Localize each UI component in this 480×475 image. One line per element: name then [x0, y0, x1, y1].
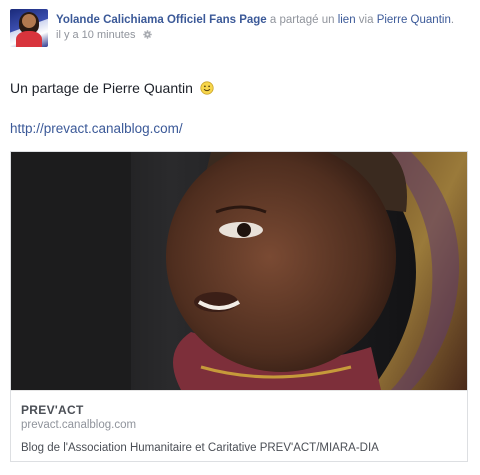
- post-url-link[interactable]: http://prevact.canalblog.com/: [10, 121, 183, 136]
- link-preview-card[interactable]: PREV'ACT prevact.canalblog.com Blog de l…: [10, 151, 468, 462]
- post-timestamp[interactable]: il y a 10 minutes: [56, 29, 135, 41]
- gear-icon[interactable]: [142, 30, 152, 39]
- period-text: .: [450, 14, 455, 26]
- avatar-torso: [16, 31, 42, 47]
- link-preview-image[interactable]: [11, 152, 467, 390]
- page-avatar[interactable]: [10, 9, 48, 47]
- preview-photo: [11, 152, 467, 390]
- link-preview-domain: prevact.canalblog.com: [21, 419, 137, 431]
- link-word[interactable]: lien: [338, 14, 356, 26]
- post-meta: il y a 10 minutes: [56, 29, 152, 41]
- post-header: Yolande Calichiama Officiel Fans Page a …: [10, 9, 470, 47]
- via-name-link[interactable]: Pierre Quantin: [377, 14, 451, 26]
- link-preview-description: Blog de l'Association Humanitaire et Car…: [21, 442, 379, 454]
- avatar-face: [22, 14, 36, 28]
- link-preview-title[interactable]: PREV'ACT: [21, 403, 84, 417]
- link-preview-info[interactable]: PREV'ACT prevact.canalblog.com Blog de l…: [11, 390, 467, 461]
- post-message: Un partage de Pierre Quantin: [10, 80, 214, 96]
- page-name-link[interactable]: Yolande Calichiama Officiel Fans Page: [56, 14, 267, 26]
- post-message-text: Un partage de Pierre Quantin: [10, 80, 193, 96]
- smiley-icon: [200, 81, 214, 95]
- action-text: a partagé un: [266, 14, 338, 26]
- via-text: via: [355, 14, 377, 26]
- post-author-line: Yolande Calichiama Officiel Fans Page a …: [56, 12, 454, 28]
